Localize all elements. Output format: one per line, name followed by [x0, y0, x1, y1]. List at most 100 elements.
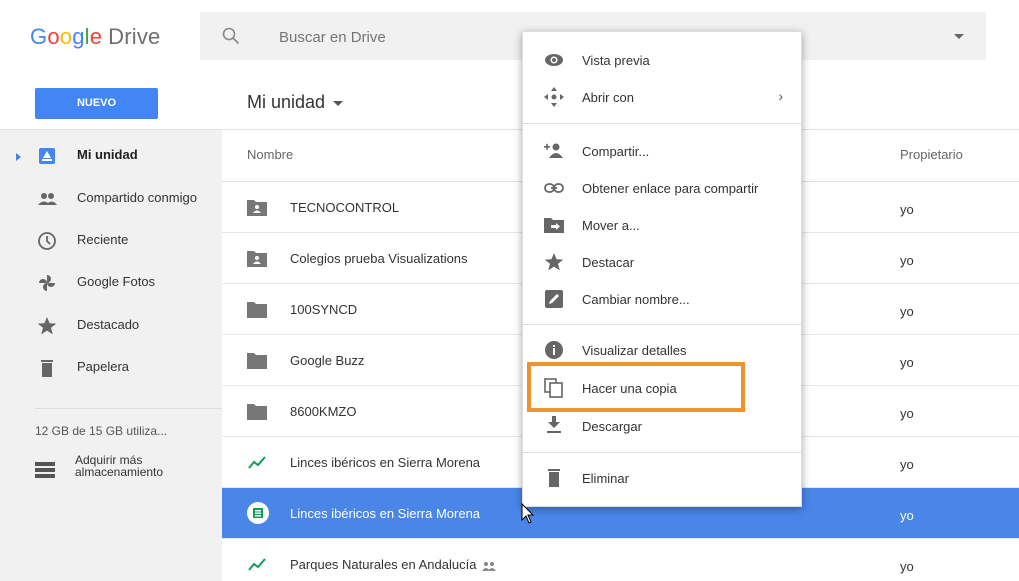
file-owner: yo	[900, 253, 914, 268]
file-name: 8600KMZO	[290, 404, 357, 419]
toolbar: NUEVO Mi unidad	[0, 78, 1019, 130]
menu-divider	[523, 452, 803, 453]
file-owner: yo	[900, 559, 914, 574]
menu-item-destacar[interactable]: Destacar	[523, 244, 803, 280]
file-owner: yo	[900, 355, 914, 370]
menu-item-label: Destacar	[582, 255, 635, 270]
column-header-name[interactable]: Nombre	[247, 147, 293, 162]
trash-icon	[548, 469, 560, 487]
expand-arrow-icon[interactable]	[16, 153, 21, 161]
menu-item-label: Descargar	[582, 419, 642, 434]
shared-folder-icon	[247, 200, 267, 216]
clock-icon	[38, 232, 56, 250]
people-icon	[38, 193, 57, 205]
add-person-icon	[544, 143, 563, 158]
star-icon	[544, 253, 564, 271]
logo-letter: g	[72, 24, 85, 49]
column-header-owner[interactable]: Propietario	[900, 147, 963, 162]
logo-letter: G	[30, 24, 48, 49]
download-icon	[547, 416, 561, 433]
chevron-right-icon: ›	[778, 88, 783, 104]
menu-divider	[523, 123, 803, 124]
star-icon	[37, 317, 57, 335]
file-name: Linces ibéricos en Sierra Morena	[290, 455, 481, 470]
search-options-caret-icon[interactable]	[954, 34, 964, 39]
sidebar-item-label: Reciente	[77, 232, 129, 247]
buy-storage-label: Adquirir más almacenamiento	[75, 453, 164, 479]
logo-drive-text: Drive	[108, 24, 161, 49]
chart-icon	[248, 454, 266, 470]
move-arrows-icon	[544, 87, 564, 107]
sidebar-item-label: Google Fotos	[77, 274, 156, 289]
menu-item-label: Obtener enlace para compartir	[582, 181, 759, 196]
menu-item-label: Vista previa	[582, 53, 650, 68]
context-menu: Vista previa Abrir con › Compartir... Ob…	[522, 31, 803, 507]
file-owner: yo	[900, 304, 914, 319]
chart-icon	[248, 556, 266, 572]
file-owner: yo	[900, 508, 914, 523]
chevron-down-icon	[333, 100, 344, 106]
menu-item-compartir[interactable]: Compartir...	[523, 133, 803, 169]
link-icon	[544, 183, 564, 193]
menu-item-label: Abrir con	[582, 90, 635, 105]
buy-storage-link[interactable]: Adquirir más almacenamiento	[35, 454, 215, 494]
eye-icon	[545, 54, 563, 66]
folder-icon	[247, 353, 267, 369]
trash-icon	[41, 360, 53, 377]
location-dropdown[interactable]: Mi unidad	[247, 92, 344, 113]
search-icon[interactable]	[222, 27, 240, 45]
menu-item-vista-previa[interactable]: Vista previa	[523, 42, 803, 78]
storage-usage: 12 GB de 15 GB utiliza...	[35, 424, 168, 438]
file-name: Linces ibéricos en Sierra Morena	[290, 506, 481, 521]
file-name: Google Buzz	[290, 353, 365, 368]
logo-letter: e	[89, 24, 103, 49]
file-name: 100SYNCD	[290, 302, 358, 317]
sidebar-item-label: Papelera	[77, 359, 130, 374]
move-folder-icon	[544, 218, 564, 233]
logo-letter: o	[59, 24, 73, 49]
sidebar-item-papelera[interactable]: Papelera	[0, 348, 222, 388]
sidebar-item-compartido[interactable]: Compartido conmigo	[0, 179, 222, 219]
sidebar: Mi unidad Compartido conmigo Reciente Go…	[0, 130, 222, 581]
header: Google Drive Buscar en Drive	[0, 0, 1019, 78]
menu-item-cambiar-nombre[interactable]: Cambiar nombre...	[523, 281, 803, 317]
table-row[interactable]: Parques Naturales en Andalucía yo	[222, 539, 1019, 581]
file-name: Colegios prueba Visualizations	[290, 251, 468, 266]
shared-people-icon	[482, 561, 497, 571]
menu-item-obtener-enlace[interactable]: Obtener enlace para compartir	[523, 170, 803, 206]
menu-item-label: Cambiar nombre...	[582, 292, 690, 307]
folder-icon	[247, 302, 267, 318]
file-name: TECNOCONTROL	[290, 200, 400, 215]
new-button[interactable]: NUEVO	[35, 88, 158, 119]
file-name: Parques Naturales en Andalucía	[290, 557, 497, 572]
location-title: Mi unidad	[247, 92, 326, 112]
menu-item-mover[interactable]: Mover a...	[523, 207, 803, 243]
menu-item-label: Visualizar detalles	[582, 343, 687, 358]
sidebar-item-label: Destacado	[77, 317, 140, 332]
drive-icon	[39, 148, 55, 164]
file-name-text: Parques Naturales en Andalucía	[290, 557, 477, 572]
sidebar-item-destacado[interactable]: Destacado	[0, 306, 222, 346]
sidebar-item-mi-unidad[interactable]: Mi unidad	[0, 136, 222, 176]
sidebar-item-label: Compartido conmigo	[77, 190, 197, 205]
info-icon	[545, 341, 563, 359]
highlight-box	[527, 362, 745, 412]
sidebar-item-reciente[interactable]: Reciente	[0, 221, 222, 261]
search-input[interactable]: Buscar en Drive	[279, 29, 386, 46]
mouse-cursor-icon	[521, 503, 535, 524]
menu-item-abrir-con[interactable]: Abrir con ›	[523, 79, 803, 115]
menu-item-eliminar[interactable]: Eliminar	[523, 460, 803, 496]
sidebar-item-label: Mi unidad	[77, 147, 138, 162]
pencil-icon	[545, 290, 563, 308]
sheets-icon	[247, 502, 269, 524]
shared-folder-icon	[247, 251, 267, 267]
menu-item-label: Compartir...	[582, 144, 650, 159]
google-drive-logo[interactable]: Google Drive	[30, 24, 161, 50]
sidebar-divider	[35, 408, 222, 409]
menu-item-descargar[interactable]: Descargar	[523, 408, 803, 444]
pinwheel-icon	[39, 275, 55, 291]
sidebar-item-google-fotos[interactable]: Google Fotos	[0, 263, 222, 303]
logo-letter: o	[47, 24, 60, 49]
storage-icon	[35, 462, 55, 478]
menu-divider	[523, 324, 803, 325]
